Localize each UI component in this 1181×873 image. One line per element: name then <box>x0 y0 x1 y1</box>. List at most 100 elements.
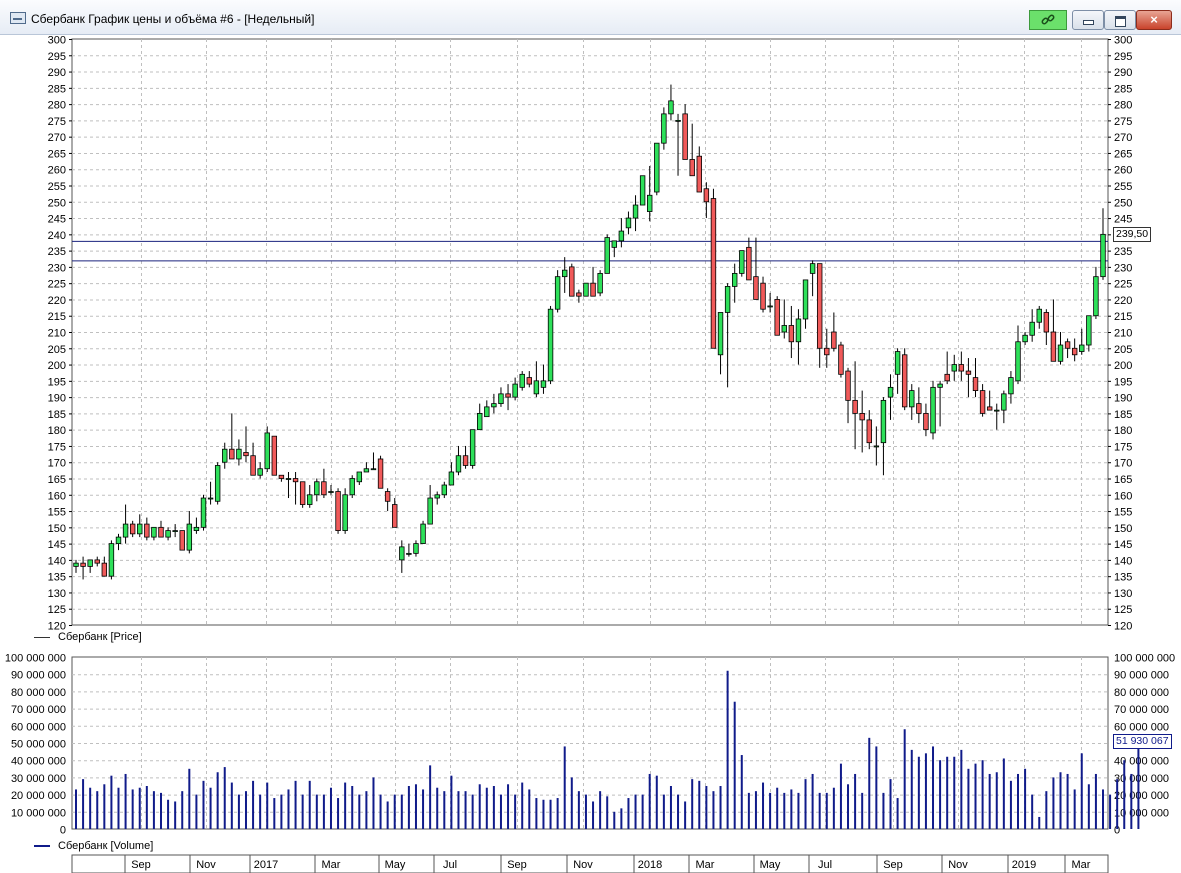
price-tick-label-right: 220 <box>1114 295 1132 307</box>
candle-body <box>1043 312 1050 333</box>
volume-bar <box>351 786 354 829</box>
price-legend-label: Сбербанк [Price] <box>58 631 142 643</box>
x-axis-label: Jul <box>443 859 457 871</box>
candle-body <box>639 175 646 206</box>
price-tick-label-left: 150 <box>48 523 66 535</box>
volume-bar <box>329 787 332 829</box>
volume-bar <box>705 786 708 829</box>
volume-bar <box>677 794 680 829</box>
volume-bar <box>280 794 283 829</box>
volume-bar <box>953 756 956 829</box>
candle-body <box>852 399 858 414</box>
price-volume-chart[interactable]: 120 120125 125130 130135 135140 140145 145150 1… <box>0 0 1181 873</box>
candle-body <box>505 393 511 398</box>
candle-body <box>816 263 823 349</box>
price-tick-label-right: 230 <box>1114 262 1132 274</box>
price-legend: Сбербанк [Price] <box>34 631 142 643</box>
volume-bar <box>910 749 913 829</box>
volume-bar <box>1002 758 1005 829</box>
volume-bar <box>124 773 127 829</box>
price-tick-label-left: 230 <box>48 262 66 274</box>
candle-body <box>831 331 837 349</box>
volume-bar <box>648 773 651 829</box>
candle-body <box>377 458 384 489</box>
candle-body <box>73 562 79 567</box>
volume-bar <box>273 798 276 829</box>
price-tick-label-left: 220 <box>48 295 66 307</box>
candle-body <box>172 530 178 532</box>
volume-bar <box>839 763 842 829</box>
volume-bar <box>372 777 375 829</box>
candle-body <box>774 299 780 336</box>
candle-body <box>625 217 632 229</box>
price-tick-label-right: 300 <box>1114 35 1132 47</box>
candle-body <box>455 455 462 473</box>
volume-bar <box>797 792 800 829</box>
price-tick-label-left: 155 <box>48 507 66 519</box>
candle-body <box>916 403 922 414</box>
price-legend-swatch <box>34 636 50 638</box>
volume-bar <box>322 794 325 829</box>
candle-body <box>795 318 802 343</box>
candle-body <box>554 276 561 310</box>
price-tick-label-right: 285 <box>1114 83 1132 95</box>
volume-tick-label-left: 80 000 000 <box>11 687 66 699</box>
price-tick-label-left: 160 <box>48 490 66 502</box>
candle-body <box>115 536 122 545</box>
candle-body <box>689 159 695 177</box>
candle-body <box>760 282 766 310</box>
candle-body <box>307 494 313 505</box>
x-axis-label: Mar <box>696 859 715 871</box>
candle-body <box>101 562 108 577</box>
volume-legend-label: Сбербанк [Volume] <box>58 840 154 852</box>
candle-body <box>937 383 943 388</box>
volume-bar <box>1038 816 1041 829</box>
volume-bar <box>641 794 644 829</box>
volume-bar <box>315 794 318 829</box>
candle-body <box>1029 321 1035 336</box>
volume-tick-label-right: 100 000 000 <box>1114 653 1175 665</box>
candle-body <box>122 523 129 538</box>
candle-body <box>696 155 702 193</box>
candle-body <box>278 474 285 479</box>
candle-body <box>80 562 86 567</box>
candle-body <box>604 237 610 274</box>
candle-body <box>448 471 455 486</box>
candle-body <box>1093 276 1099 317</box>
price-tick-label-right: 255 <box>1114 181 1132 193</box>
candle-body <box>165 530 171 538</box>
volume-tick-label-right: 10 000 000 <box>1114 807 1169 819</box>
candle-body <box>731 272 738 287</box>
candle-body <box>292 478 299 483</box>
volume-bar <box>825 792 828 829</box>
candle-body <box>462 455 469 466</box>
volume-bar <box>1123 760 1126 829</box>
volume-bar <box>209 787 212 829</box>
volume-bar <box>620 808 623 829</box>
volume-bar <box>847 784 850 829</box>
candle-body <box>406 552 412 555</box>
candle-body <box>250 455 256 476</box>
volume-bar <box>684 801 687 829</box>
volume-bar <box>733 701 736 829</box>
candle-body <box>540 380 547 388</box>
volume-tick-label-left: 40 000 000 <box>11 756 66 768</box>
volume-bar <box>1024 768 1027 829</box>
volume-bar <box>174 801 177 829</box>
volume-bar <box>762 782 765 829</box>
volume-bar <box>414 784 417 829</box>
volume-bar <box>237 794 240 829</box>
volume-bar <box>542 799 545 829</box>
volume-bar <box>110 775 113 829</box>
volume-bar <box>811 773 814 829</box>
volume-bar <box>145 786 148 829</box>
volume-tick-label-left: 100 000 000 <box>5 653 66 665</box>
volume-bar <box>259 794 262 829</box>
volume-bar <box>719 786 722 829</box>
volume-bar <box>159 792 162 829</box>
candle-body <box>590 282 596 297</box>
volume-bar <box>244 791 247 829</box>
candle-body <box>703 188 710 203</box>
volume-bar <box>669 786 672 829</box>
volume-bar <box>868 737 871 829</box>
